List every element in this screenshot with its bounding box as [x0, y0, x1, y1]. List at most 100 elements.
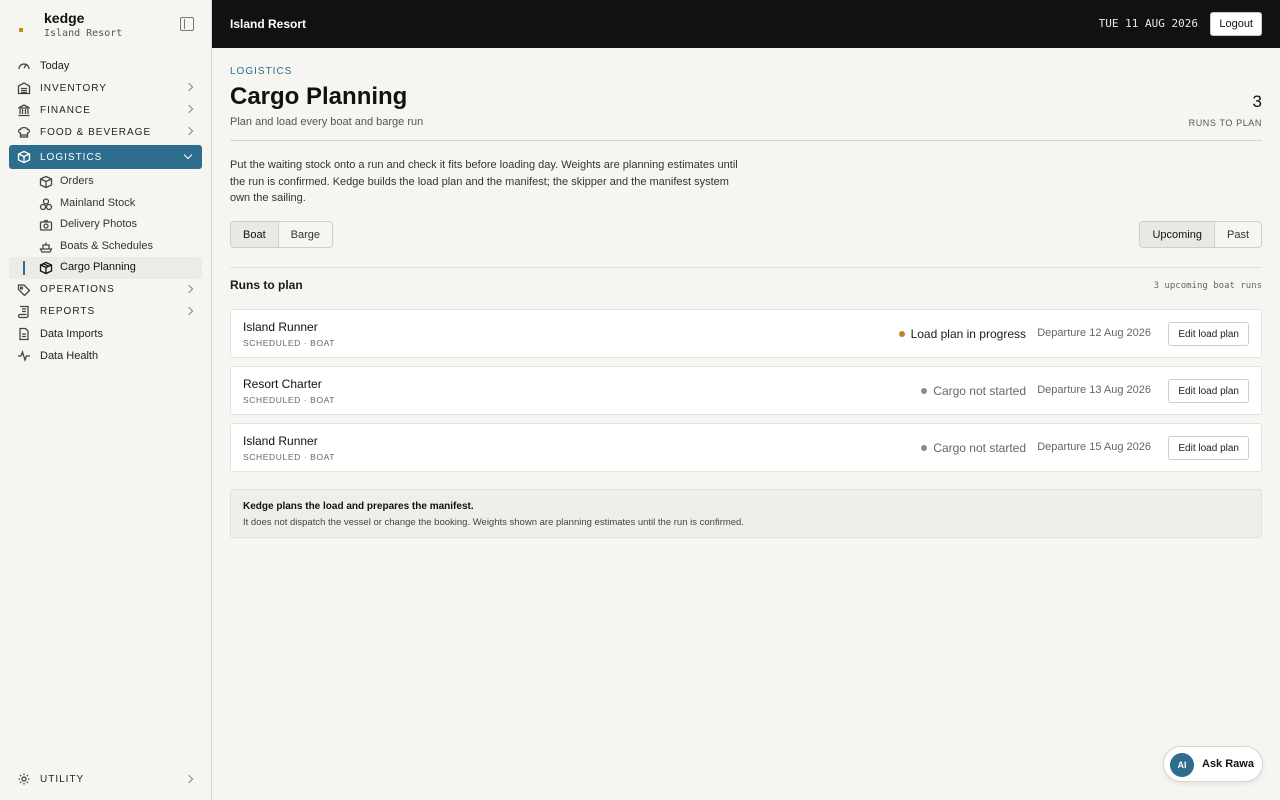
- tag-icon: [17, 283, 31, 297]
- sidebar-subitem-cargo-planning[interactable]: Cargo Planning: [9, 257, 202, 279]
- ship-icon: [39, 240, 53, 254]
- cube-icon: [39, 261, 53, 275]
- chevron-right-icon: [184, 82, 194, 92]
- runs-section-count: 3 upcoming boat runs: [1153, 281, 1262, 291]
- chevron-right-icon: [184, 284, 194, 293]
- sidebar-item-label: REPORTS: [40, 306, 96, 317]
- chef-hat-icon: [17, 125, 31, 139]
- box-icon: [39, 175, 53, 189]
- run-meta: SCHEDULED · BOAT: [243, 338, 336, 348]
- sidebar-item-label: UTILITY: [40, 774, 85, 785]
- brand-name: kedge: [44, 10, 85, 26]
- run-name: Island Runner: [243, 320, 318, 334]
- file-icon: [17, 327, 31, 341]
- gear-icon: [17, 772, 31, 786]
- sidebar-subitem-boats-schedules[interactable]: Boats & Schedules: [0, 236, 211, 258]
- sidebar-nav: Today INVENTORY FINANCE FOOD & BEVERAGE …: [0, 55, 211, 367]
- page-subtitle: Plan and load every boat and barge run: [230, 116, 424, 128]
- divider: [230, 267, 1262, 268]
- chevron-right-icon: [184, 774, 194, 784]
- chevron-right-icon: [184, 126, 194, 136]
- tab-barge[interactable]: Barge: [277, 222, 332, 247]
- run-name: Island Runner: [243, 434, 318, 448]
- runs-section-title: Runs to plan: [230, 278, 303, 292]
- assistant-avatar: AI: [1170, 753, 1194, 777]
- tab-boat[interactable]: Boat: [231, 222, 278, 247]
- run-status-label: Cargo not started: [933, 441, 1026, 455]
- collapse-sidebar-icon[interactable]: [180, 17, 194, 31]
- tab-upcoming[interactable]: Upcoming: [1140, 222, 1214, 247]
- camera-icon: [39, 218, 53, 232]
- assistant-label: Ask Rawa: [1202, 758, 1254, 770]
- runs-to-plan-count: 3: [1252, 92, 1262, 111]
- sidebar-item-label: OPERATIONS: [40, 284, 115, 295]
- sidebar-subitem-delivery-photos[interactable]: Delivery Photos: [0, 214, 211, 236]
- run-status: Load plan in progress: [898, 327, 1026, 341]
- sidebar-subitem-label: Orders: [60, 175, 94, 187]
- sidebar-item-label: FOOD & BEVERAGE: [40, 126, 152, 138]
- logout-button[interactable]: Logout: [1210, 12, 1262, 36]
- run-departure: Departure 12 Aug 2026: [1037, 327, 1151, 339]
- brand-mark: [19, 28, 23, 32]
- sidebar-item-label: LOGISTICS: [40, 151, 103, 163]
- sidebar-item-inventory[interactable]: INVENTORY: [0, 77, 211, 99]
- sidebar-item-label: Today: [40, 60, 70, 72]
- sidebar-item-label: INVENTORY: [40, 82, 107, 94]
- edit-load-plan-button[interactable]: Edit load plan: [1168, 436, 1249, 460]
- sidebar-item-today[interactable]: Today: [0, 55, 211, 77]
- sidebar-subitem-label: Cargo Planning: [60, 261, 136, 273]
- info-notice: Kedge plans the load and prepares the ma…: [230, 489, 1262, 538]
- status-dot-icon: [921, 388, 928, 394]
- status-dot-icon: [898, 331, 905, 337]
- sidebar-subitem-orders[interactable]: Orders: [0, 171, 211, 193]
- pulse-icon: [17, 349, 31, 363]
- run-status: Cargo not started: [921, 384, 1026, 398]
- brand: kedge Island Resort: [0, 0, 211, 48]
- sidebar-item-reports[interactable]: REPORTS: [0, 301, 211, 323]
- vessel-type-toggle: Boat Barge: [230, 221, 333, 248]
- tab-past[interactable]: Past: [1213, 222, 1261, 247]
- sidebar-subitem-label: Mainland Stock: [60, 196, 136, 209]
- notice-title: Kedge plans the load and prepares the ma…: [243, 501, 474, 512]
- run-meta: SCHEDULED · BOAT: [243, 452, 336, 462]
- warehouse-icon: [17, 81, 31, 95]
- page-eyebrow: LOGISTICS: [230, 66, 293, 77]
- page-title: Cargo Planning: [230, 83, 408, 110]
- sidebar-subitem-label: Delivery Photos: [60, 218, 138, 230]
- sidebar-item-label: Data Imports: [40, 327, 103, 340]
- sidebar-item-data-imports[interactable]: Data Imports: [0, 323, 211, 345]
- chevron-down-icon: [183, 150, 193, 160]
- sidebar-item-logistics[interactable]: LOGISTICS: [9, 145, 202, 169]
- divider: [230, 140, 1262, 141]
- intro-text: Put the waiting stock onto a run and che…: [230, 159, 738, 204]
- bank-icon: [17, 103, 31, 117]
- status-dot-icon: [921, 445, 928, 451]
- run-row: Resort Charter SCHEDULED · BOAT Cargo no…: [230, 366, 1262, 415]
- run-name: Resort Charter: [243, 377, 322, 391]
- sidebar-item-data-health[interactable]: Data Health: [0, 345, 211, 367]
- run-row: Island Runner SCHEDULED · BOAT Load plan…: [230, 309, 1262, 358]
- sidebar-item-food-beverage[interactable]: FOOD & BEVERAGE: [0, 121, 211, 143]
- run-row: Island Runner SCHEDULED · BOAT Cargo not…: [230, 423, 1262, 472]
- brand-property: Island Resort: [44, 28, 123, 39]
- sidebar: kedge Island Resort Today INVENTORY FINA…: [0, 0, 212, 800]
- sidebar-item-finance[interactable]: FINANCE: [0, 99, 211, 121]
- run-departure: Departure 13 Aug 2026: [1037, 384, 1151, 396]
- sidebar-item-label: Data Health: [40, 349, 99, 362]
- sidebar-subitem-mainland-stock[interactable]: Mainland Stock: [0, 193, 211, 215]
- run-status: Cargo not started: [921, 441, 1026, 455]
- topbar: Island Resort TUE 11 AUG 2026 Logout: [212, 0, 1280, 48]
- run-status-label: Load plan in progress: [910, 327, 1026, 341]
- sidebar-item-utility[interactable]: UTILITY: [0, 769, 211, 791]
- chevron-right-icon: [184, 306, 194, 315]
- chevron-right-icon: [184, 104, 194, 114]
- current-date: TUE 11 AUG 2026: [1098, 17, 1198, 30]
- sidebar-item-operations[interactable]: OPERATIONS: [0, 279, 211, 301]
- run-status-label: Cargo not started: [933, 384, 1026, 398]
- ask-assistant-button[interactable]: AI Ask Rawa: [1163, 746, 1263, 782]
- edit-load-plan-button[interactable]: Edit load plan: [1168, 322, 1249, 346]
- sidebar-item-label: FINANCE: [40, 104, 91, 116]
- runs-to-plan-label: RUNS TO PLAN: [1188, 118, 1262, 128]
- edit-load-plan-button[interactable]: Edit load plan: [1168, 379, 1249, 403]
- sidebar-subitem-label: Boats & Schedules: [60, 239, 153, 252]
